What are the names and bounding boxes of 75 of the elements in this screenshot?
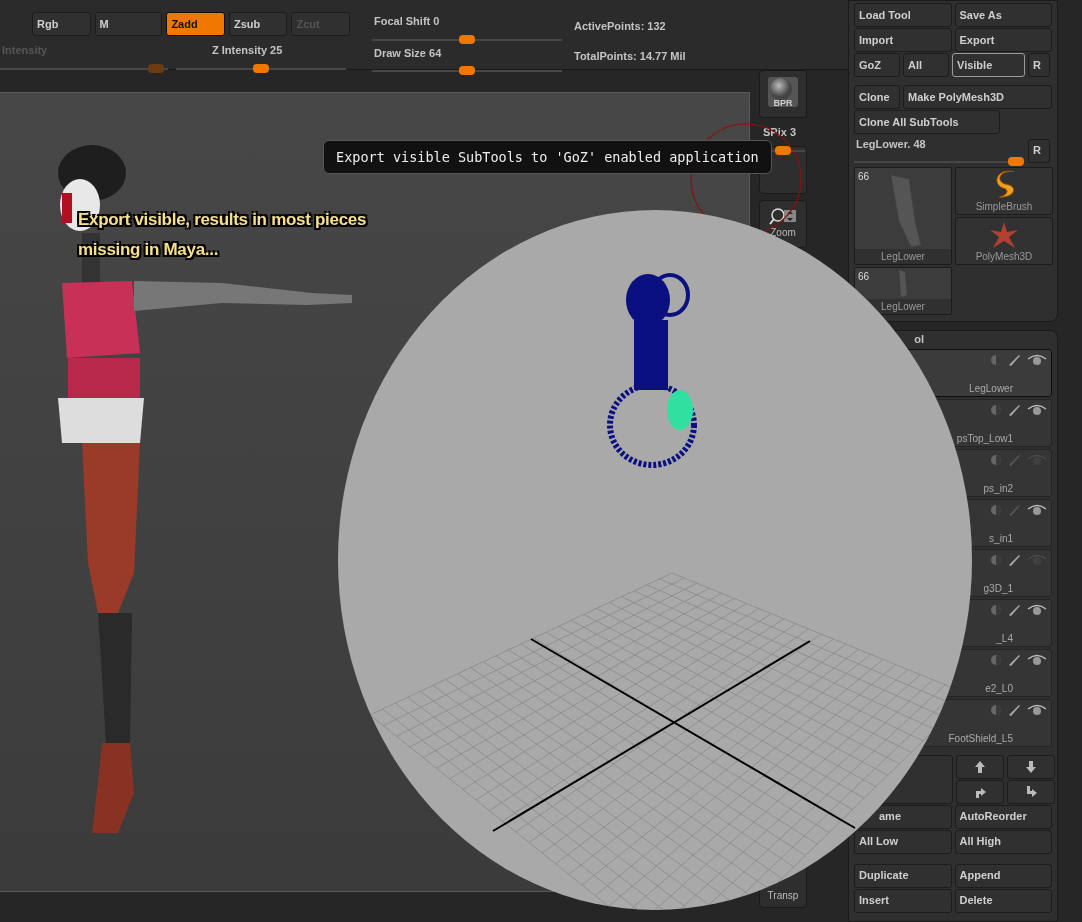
eye-icon[interactable] xyxy=(1027,504,1047,516)
tool-button[interactable]: Import xyxy=(854,28,952,52)
brush-mode-button[interactable]: Zadd xyxy=(166,12,225,36)
arrow-button[interactable] xyxy=(1007,779,1055,804)
tool-thumbnail[interactable]: PolyMesh3D xyxy=(955,216,1053,265)
tool-button[interactable]: All xyxy=(903,53,949,77)
subtool-button[interactable]: All Low xyxy=(854,829,952,854)
arrow-button[interactable] xyxy=(1007,754,1055,779)
slider-handle[interactable] xyxy=(775,145,791,155)
subtool-button[interactable]: All High xyxy=(954,829,1052,854)
bpr-render-button[interactable]: BPR xyxy=(759,70,807,118)
up-arrow-icon xyxy=(973,759,987,774)
subtool-name: e2_L0 xyxy=(985,681,1013,696)
subtool-button[interactable]: Insert xyxy=(854,888,952,913)
stat-readout: TotalPoints: 14.77 Mil xyxy=(574,48,686,64)
subtool-button[interactable]: AutoReorder xyxy=(954,804,1052,829)
subtool-button[interactable]: Delete xyxy=(954,888,1052,913)
subtool-name: _L4 xyxy=(996,631,1013,646)
subtool-name: FootShield_L5 xyxy=(948,731,1013,746)
tool-button[interactable]: Export xyxy=(954,28,1052,52)
magnifier-icon xyxy=(769,207,797,225)
subtool-name: ps_in2 xyxy=(983,481,1013,496)
tool-button[interactable]: Make PolyMesh3D xyxy=(903,85,1052,109)
stat-readout: ActivePoints: 132 xyxy=(574,19,667,34)
slider-handle[interactable] xyxy=(253,63,269,73)
subtool-button[interactable]: Duplicate xyxy=(854,863,952,888)
eye-icon[interactable] xyxy=(1027,704,1047,716)
brush-mode-button[interactable]: M xyxy=(94,12,163,36)
tool-button[interactable]: Clone All SubTools xyxy=(854,110,1000,134)
down-arrow-icon xyxy=(1024,759,1038,774)
subtool-button[interactable]: Append xyxy=(954,863,1052,888)
subtool-name: psTop_Low1 xyxy=(956,431,1013,446)
tool-thumbnail[interactable]: 66 LegLower xyxy=(854,166,952,265)
tool-button[interactable]: GoZ xyxy=(854,53,900,77)
brush-icon[interactable] xyxy=(1008,553,1021,567)
tool-thumbnail[interactable]: SimpleBrush xyxy=(955,166,1053,215)
tool-button[interactable]: Load Tool xyxy=(854,3,952,27)
tool-button[interactable]: R xyxy=(1028,53,1050,77)
eye-icon[interactable] xyxy=(1027,654,1047,666)
tool-thumbnail[interactable]: 66 LegLower xyxy=(854,266,952,315)
poly-count: 66 xyxy=(858,269,870,284)
brush-icon[interactable] xyxy=(1008,603,1021,617)
slider-label: LegLower. 48 xyxy=(855,137,927,152)
brush-icon[interactable] xyxy=(1008,653,1021,667)
slider-label: SPix 3 xyxy=(762,125,798,140)
brush-mode-button[interactable]: Zsub xyxy=(228,12,288,36)
panel-title: ol xyxy=(914,332,924,348)
tool-name: SimpleBrush xyxy=(974,199,1034,214)
tooltip: Export visible SubTools to 'GoZ' enabled application xyxy=(323,140,772,175)
subtool-name: LegLower xyxy=(969,381,1013,396)
slider-label: Draw Size 64 xyxy=(373,45,443,61)
subtool-name: s_in1 xyxy=(989,531,1013,546)
slider-handle[interactable] xyxy=(1007,156,1024,166)
reset-button[interactable]: R xyxy=(1028,138,1050,163)
brush-icon[interactable] xyxy=(1008,403,1021,417)
eye-icon[interactable] xyxy=(1027,354,1047,366)
tool-button[interactable]: Clone xyxy=(854,85,900,109)
poly-count: 66 xyxy=(858,169,870,184)
tool-name: PolyMesh3D xyxy=(974,249,1034,264)
subtool-name: g3D_1 xyxy=(983,581,1013,596)
eye-icon[interactable] xyxy=(1027,404,1047,416)
slider-handle[interactable] xyxy=(459,34,475,44)
arrow-button[interactable] xyxy=(956,779,1004,804)
brush-icon[interactable] xyxy=(1008,703,1021,717)
tool-name: LegLower xyxy=(855,248,951,264)
tool-button[interactable]: Save As xyxy=(954,3,1052,27)
bent-arrow-icon xyxy=(1024,784,1038,799)
arrow-button[interactable] xyxy=(956,754,1004,779)
slider-label: Focal Shift 0 xyxy=(373,14,441,29)
slider-label: Z Intensity 25 xyxy=(211,43,284,58)
brush-icon[interactable] xyxy=(1008,353,1021,367)
brush-mode-button[interactable]: Rgb xyxy=(32,12,91,36)
tool-button[interactable]: Visible xyxy=(952,53,1025,77)
eye-icon[interactable] xyxy=(1027,604,1047,616)
slider-handle[interactable] xyxy=(459,66,475,75)
